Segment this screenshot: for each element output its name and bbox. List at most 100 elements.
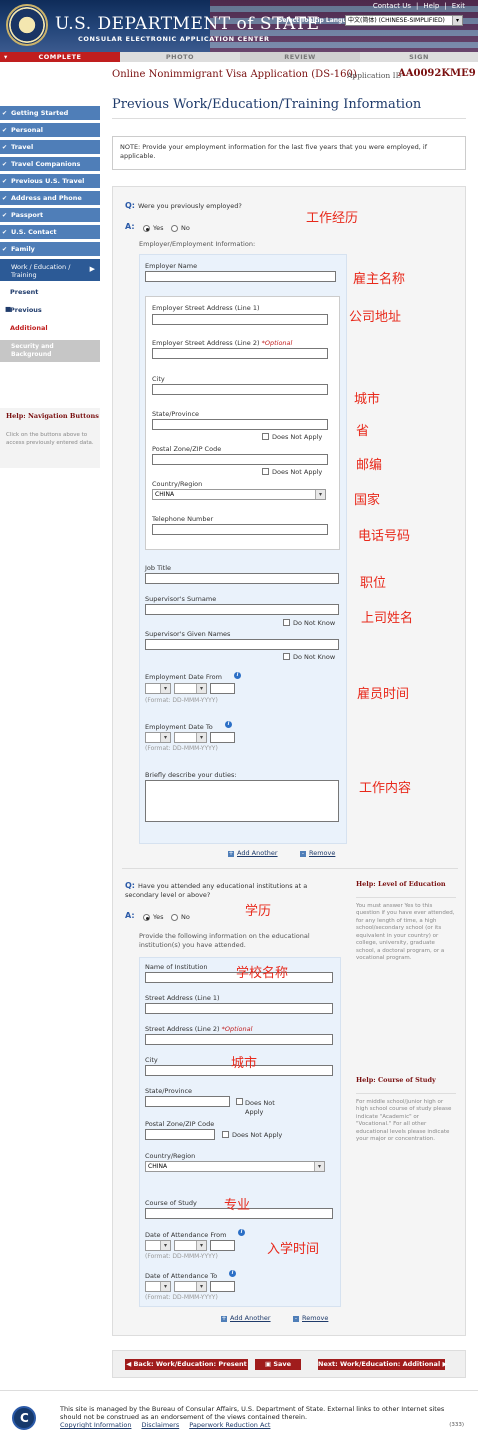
add-another-education-button[interactable]: + Add Another [221,1314,271,1322]
sidebar-item-getting-started[interactable]: Getting Started [0,106,100,121]
sidebar-sub-present[interactable]: Present [10,288,38,296]
education-info-label: Provide the following information on the… [139,932,310,949]
employer-state-input[interactable] [152,419,328,430]
employment-note: NOTE: Provide your employment informatio… [112,136,466,170]
info-icon[interactable]: i [225,721,232,728]
annotation-work-history: 工作经历 [306,211,359,226]
contact-us-link[interactable]: Contact Us [368,2,416,10]
employer-country-select[interactable]: CHINA ▾ [152,489,326,500]
education-question-text: Have you attended any educational instit… [125,882,308,899]
back-button[interactable]: ◀ Back: Work/Education: Present [125,1359,248,1370]
application-id-label: Application ID [347,71,402,80]
education-yes-radio[interactable] [143,914,150,921]
annotation-country: 国家 [354,493,381,508]
supervisor-surname-input[interactable] [145,604,339,615]
edu-zip-does-not-apply-checkbox[interactable] [222,1131,229,1138]
info-icon[interactable]: i [234,672,241,679]
to-year-input[interactable] [210,732,235,743]
add-another-label: Add Another [230,1314,271,1322]
sidebar-item-address-phone[interactable]: Address and Phone [0,191,100,206]
employer-phone-input[interactable] [152,524,328,535]
save-button[interactable]: ▣ Save [255,1359,301,1370]
surname-do-not-know-checkbox[interactable] [283,619,290,626]
page-title: Previous Work/Education/Training Informa… [112,97,422,112]
sidebar-item-travel[interactable]: Travel [0,140,100,155]
employer-street2-input[interactable] [152,348,328,359]
edu-to-month-select[interactable]: ▾ [174,1281,207,1292]
annotation-company-address: 公司地址 [349,310,402,325]
copyright-link[interactable]: Copyright Information [60,1421,131,1429]
plus-icon: + [221,1315,227,1322]
employment-yes-radio[interactable] [143,225,150,232]
edu-street2-input[interactable] [145,1034,333,1045]
chevron-down-icon: ▾ [196,1282,206,1291]
date-format-hint: (Format: DD-MMM-YYYY) [145,697,218,704]
employment-no-label: No [181,224,190,232]
education-no-radio[interactable] [171,914,178,921]
sidebar-sub-additional[interactable]: Additional [10,324,48,332]
exit-link[interactable]: Exit [447,2,470,10]
given-do-not-know-checkbox[interactable] [283,653,290,660]
remove-education-button[interactable]: - Remove [293,1314,328,1322]
supervisor-given-input[interactable] [145,639,339,650]
employer-city-input[interactable] [152,384,328,395]
to-day-select[interactable]: ▾ [145,732,171,743]
edu-street1-input[interactable] [145,1003,333,1014]
help-link[interactable]: Help [418,2,444,10]
annotation-employer-name: 雇主名称 [353,272,406,287]
add-another-employer-button[interactable]: + Add Another [228,849,278,857]
sidebar-item-previous-us-travel[interactable]: Previous U.S. Travel [0,174,100,189]
employer-name-input[interactable] [145,271,336,282]
state-does-not-apply-checkbox[interactable] [262,433,269,440]
street1-label: Employer Street Address (Line 1) [152,304,260,312]
sidebar-item-us-contact[interactable]: U.S. Contact [0,225,100,240]
edu-street1-label: Street Address (Line 1) [145,994,220,1002]
info-icon[interactable]: i [229,1270,236,1277]
sidebar-item-passport[interactable]: Passport [0,208,100,223]
edu-from-day-select[interactable]: ▾ [145,1240,171,1251]
remove-employer-button[interactable]: - Remove [300,849,335,857]
employment-no-radio[interactable] [171,225,178,232]
edu-to-day-select[interactable]: ▾ [145,1281,171,1292]
help-course-text: For middle school/junior high or high sc… [356,1098,452,1143]
institution-name-label: Name of Institution [145,963,208,971]
annotation-education: 学历 [245,904,272,919]
edu-zip-input[interactable] [145,1129,215,1140]
zip-does-not-apply-checkbox[interactable] [262,468,269,475]
sidebar-section-label: Work / Education / Training [11,263,71,279]
employer-street1-input[interactable] [152,314,328,325]
employer-zip-input[interactable] [152,454,328,465]
step-complete: COMPLETE [0,52,120,62]
divider [122,868,458,869]
sidebar-item-security: Security and Background [0,340,100,362]
paperwork-reduction-link[interactable]: Paperwork Reduction Act [189,1421,270,1429]
to-month-select[interactable]: ▾ [174,732,207,743]
info-icon[interactable]: i [238,1229,245,1236]
edu-from-year-input[interactable] [210,1240,235,1251]
ceac-logo-icon [12,1406,36,1430]
chevron-down-icon: ▾ [452,16,462,25]
sidebar-sub-previous[interactable]: ■ Previous [5,305,42,314]
from-day-select[interactable]: ▾ [145,683,171,694]
optional-tag: *Optional [221,1025,253,1033]
next-button[interactable]: Next: Work/Education: Additional ▶ [318,1359,447,1370]
language-select[interactable]: 中文(简体) (CHINESE-SIMPLIFIED) ▾ [345,15,463,26]
sidebar-item-family[interactable]: Family [0,242,100,257]
chevron-down-icon: ▾ [196,1241,206,1250]
date-format-hint: (Format: DD-MMM-YYYY) [145,1253,218,1260]
sidebar-item-travel-companions[interactable]: Travel Companions [0,157,100,172]
chevron-down-icon: ▾ [196,733,206,742]
given-dnk-label: Do Not Know [293,653,336,661]
sidebar-item-work-education[interactable]: Work / Education / Training ▶ [0,259,100,281]
help-course-of-study: Help: Course of Study For middle school/… [356,1076,456,1144]
edu-from-month-select[interactable]: ▾ [174,1240,207,1251]
edu-country-select[interactable]: CHINA ▾ [145,1161,325,1172]
edu-to-year-input[interactable] [210,1281,235,1292]
chevron-down-icon: ▾ [160,684,170,693]
job-title-input[interactable] [145,573,339,584]
sidebar-item-personal[interactable]: Personal [0,123,100,138]
from-year-input[interactable] [210,683,235,694]
from-month-select[interactable]: ▾ [174,683,207,694]
duties-textarea[interactable] [145,780,339,822]
disclaimers-link[interactable]: Disclaimers [141,1421,179,1429]
